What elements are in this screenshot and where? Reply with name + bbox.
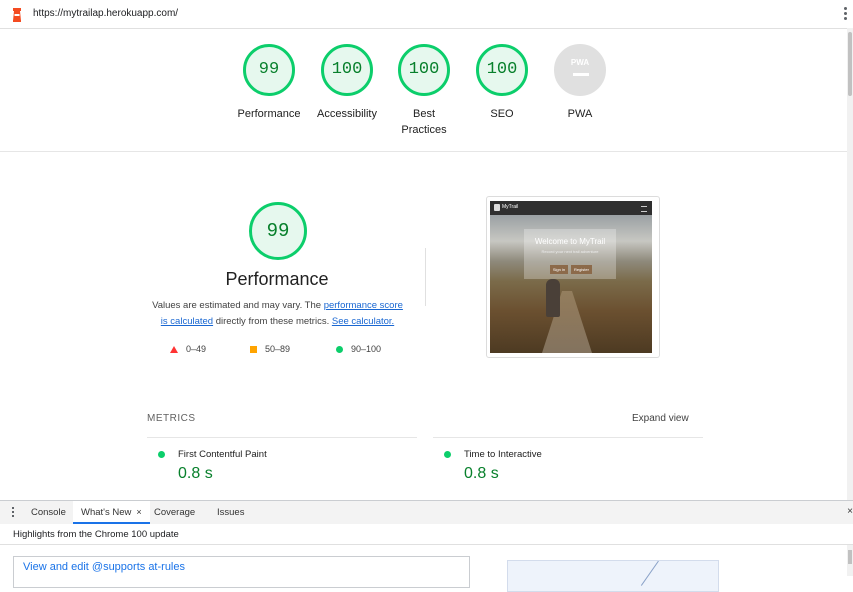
gauge-score: 100: [398, 44, 450, 96]
metric-name: First Contentful Paint: [178, 449, 267, 460]
gauge-label: Best Practices: [401, 108, 447, 136]
performance-description: Values are estimated and may vary. The p…: [152, 300, 403, 327]
news-image: [507, 560, 719, 592]
gauge-pwa[interactable]: PWA PWA: [540, 44, 620, 122]
screenshot-signin: Sign in: [550, 265, 568, 274]
divider: [425, 248, 426, 306]
main-scrollbar[interactable]: [847, 28, 853, 500]
whats-new-header: Highlights from the Chrome 100 update: [0, 524, 853, 545]
address-bar: https://mytrailap.herokuapp.com/: [0, 0, 853, 29]
legend-fail: 0–49: [170, 344, 206, 354]
tab-console[interactable]: Console: [31, 501, 66, 524]
triangle-icon: [170, 346, 178, 354]
metric-value: 0.8 s: [464, 465, 499, 482]
tab-issues[interactable]: Issues: [217, 501, 244, 524]
divider: [433, 437, 703, 438]
more-options-icon[interactable]: [844, 7, 847, 21]
gauge-best-practices[interactable]: 100 Best Practices: [384, 44, 464, 138]
legend-average: 50–89: [250, 344, 290, 354]
gauge-label: PWA: [567, 108, 593, 120]
page-url[interactable]: https://mytrailap.herokuapp.com/: [33, 8, 178, 19]
pwa-badge-text: PWA: [570, 58, 590, 67]
pass-circle-icon: [444, 451, 451, 458]
hamburger-icon: [641, 206, 647, 212]
drawer-menu-icon[interactable]: [12, 507, 15, 519]
gauge-score: 100: [476, 44, 528, 96]
news-card[interactable]: View and edit @supports at-rules: [13, 556, 470, 588]
pwa-badge-icon: PWA: [554, 44, 606, 96]
see-calculator-link[interactable]: See calculator.: [332, 316, 394, 327]
gauge-seo[interactable]: 100 SEO: [462, 44, 542, 122]
whats-new-body: View and edit @supports at-rules: [0, 545, 853, 592]
tab-whats-new[interactable]: What's New ×: [73, 501, 150, 524]
metric-name: Time to Interactive: [464, 449, 542, 460]
square-icon: [250, 346, 257, 354]
hiker-figure: [546, 279, 560, 317]
gauge-label: Performance: [237, 108, 301, 120]
drawer-scrollbar-thumb[interactable]: [848, 550, 852, 564]
screenshot-subtitle: Record your next trail adventure: [541, 249, 599, 254]
devtools-drawer-tabbar: Console What's New × Coverage Issues ×: [0, 500, 853, 525]
screenshot-register: Register: [571, 265, 592, 274]
gauge-score: 100: [321, 44, 373, 96]
news-link[interactable]: View and edit @supports at-rules: [23, 561, 185, 573]
screenshot-welcome: Welcome to MyTrail: [534, 237, 606, 246]
circle-icon: [336, 346, 343, 354]
gauge-label: Accessibility: [317, 108, 377, 120]
legend-pass: 90–100: [336, 344, 381, 354]
performance-score-gauge: 99: [249, 202, 307, 260]
whats-new-subtitle: Highlights from the Chrome 100 update: [13, 529, 179, 540]
metric-value: 0.8 s: [178, 465, 213, 482]
screenshot-brand: MyTrail: [502, 204, 519, 210]
divider: [147, 437, 417, 438]
gauge-accessibility[interactable]: 100 Accessibility: [307, 44, 387, 122]
gauge-score: 99: [243, 44, 295, 96]
app-logo-icon: [494, 204, 500, 211]
tab-coverage[interactable]: Coverage: [154, 501, 195, 524]
lighthouse-icon: [13, 8, 21, 22]
pass-circle-icon: [158, 451, 165, 458]
gauge-label: SEO: [490, 108, 514, 120]
metrics-heading: METRICS: [147, 413, 196, 424]
screenshot-image: MyTrail Welcome to MyTrail Record your n…: [490, 201, 652, 353]
performance-title: Performance: [225, 269, 329, 289]
close-tab-icon[interactable]: ×: [136, 507, 141, 517]
expand-view-toggle[interactable]: Expand view: [632, 413, 689, 424]
score-gauges: 99 Performance 100 Accessibility 100 Bes…: [0, 28, 847, 152]
gauge-performance[interactable]: 99 Performance: [229, 44, 309, 122]
final-screenshot[interactable]: MyTrail Welcome to MyTrail Record your n…: [486, 196, 660, 358]
main-scrollbar-thumb[interactable]: [848, 32, 852, 96]
close-drawer-icon[interactable]: ×: [847, 506, 853, 517]
